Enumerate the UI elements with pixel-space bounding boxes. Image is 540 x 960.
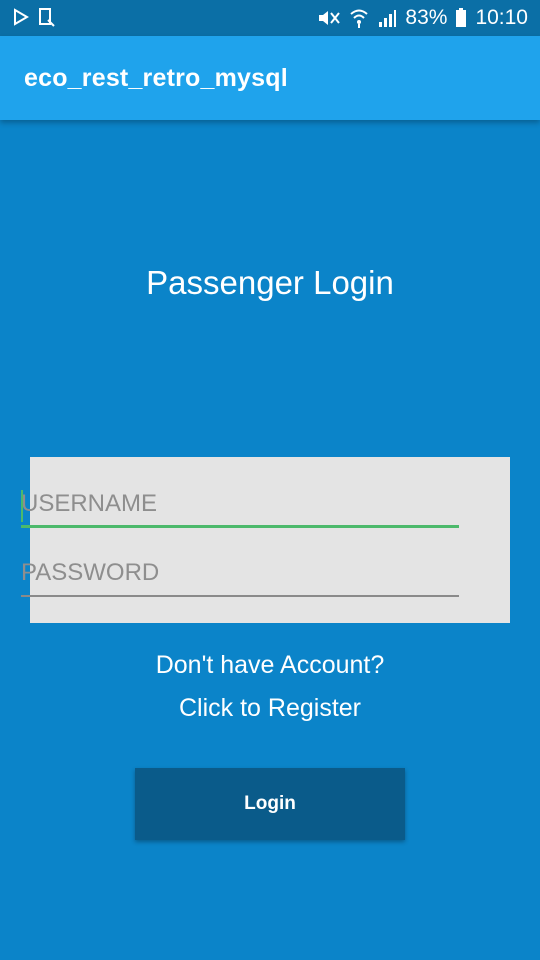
password-underline <box>21 595 459 597</box>
status-bar: 83% 10:10 <box>0 0 540 36</box>
username-field-container <box>21 484 459 528</box>
username-underline <box>21 525 459 528</box>
password-input[interactable] <box>21 553 459 593</box>
login-form-card <box>30 457 510 623</box>
page-title: Passenger Login <box>146 264 394 301</box>
text-cursor <box>21 490 23 522</box>
app-title: eco_rest_retro_mysql <box>24 64 288 92</box>
wifi-icon <box>349 7 369 29</box>
battery-percent: 83% <box>405 6 448 29</box>
status-left-icons <box>12 7 56 27</box>
register-link[interactable]: Click to Register <box>0 694 540 723</box>
mute-icon <box>315 7 341 29</box>
no-account-text: Don't have Account? <box>155 651 385 679</box>
status-right-icons: 83% 10:10 <box>315 5 528 31</box>
username-input[interactable] <box>21 484 459 524</box>
battery-icon <box>455 8 467 28</box>
app-bar: eco_rest_retro_mysql <box>0 36 540 120</box>
status-time: 10:10 <box>475 6 528 29</box>
screenshot-icon <box>38 7 56 27</box>
play-store-icon <box>12 8 30 26</box>
login-screen: 83% 10:10 eco_rest_retro_mysql Passenger… <box>0 0 540 960</box>
signal-icon <box>377 8 397 28</box>
login-button[interactable]: Login <box>135 768 405 840</box>
password-field-container <box>21 553 459 597</box>
